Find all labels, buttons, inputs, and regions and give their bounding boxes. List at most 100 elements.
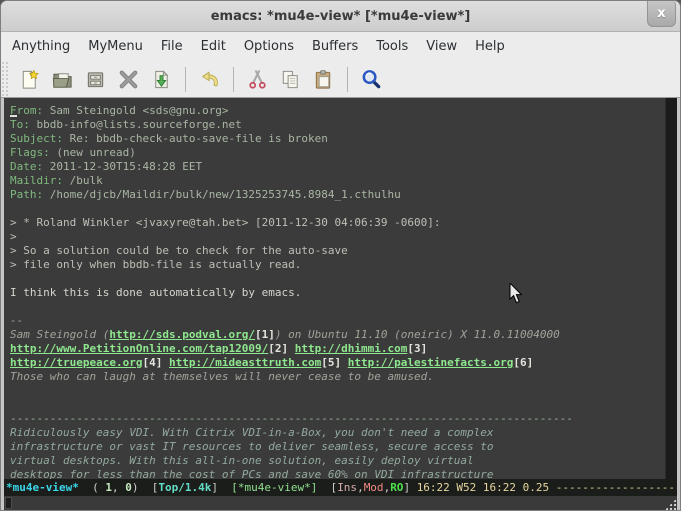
text-line: > * Roland Winkler <jvaxyre@tah.bet> [20…: [10, 216, 666, 230]
toolbar-button-cut[interactable]: [244, 66, 271, 93]
text-segment: Path:: [10, 188, 43, 201]
text-line: Ridiculously easy VDI. With Citrix VDI-i…: [10, 426, 666, 440]
menubar: AnythingMyMenuFileEditOptionsBuffersTool…: [1, 32, 680, 61]
menu-item-edit[interactable]: Edit: [192, 34, 235, 59]
toolbar-button-undo[interactable]: [196, 66, 223, 93]
text-segment: Ridiculously easy VDI. With Citrix VDI-i…: [10, 426, 493, 439]
new-file-icon: [18, 68, 41, 91]
text-segment: Sam Steingold (: [10, 328, 109, 341]
text-segment: 2011-12-30T15:48:28 EET: [43, 160, 202, 173]
menu-item-anything[interactable]: Anything: [3, 34, 79, 59]
text-segment: Maildir:: [10, 174, 63, 187]
link[interactable]: http://mideasttruth.com: [169, 356, 321, 369]
text-segment: ) on Ubuntu 11.10 (oneiric) X 11.0.11004…: [275, 328, 560, 341]
text-segment: To:: [10, 118, 30, 131]
text-line: I think this is done automatically by em…: [10, 286, 666, 300]
toolbar-button-copy[interactable]: [277, 66, 304, 93]
text-cursor: [10, 115, 17, 117]
toolbar-button-open-folder[interactable]: [49, 66, 76, 93]
text-line: Path: /home/djcb/Maildir/bulk/new/132525…: [10, 188, 666, 202]
text-segment: [288, 342, 295, 355]
text-segment: Date:: [10, 160, 43, 173]
link[interactable]: http://truepeace.org: [10, 356, 142, 369]
text-segment: (new unread): [50, 146, 136, 159]
toolbar-button-delete[interactable]: [115, 66, 142, 93]
text-line: desktops for less than the cost of PCs a…: [10, 468, 666, 479]
text-segment: [3]: [407, 342, 427, 355]
toolbar-button-search[interactable]: [358, 66, 385, 93]
text-line: [10, 202, 666, 216]
text-segment: I think this is done automatically by em…: [10, 286, 301, 299]
toolbar-separator: [347, 67, 348, 92]
text-line: Sam Steingold (http://sds.podval.org/[1]…: [10, 328, 666, 342]
mode-line: *mu4e-view* ( 1, 0) [Top/1.4k] [*mu4e-vi…: [4, 479, 677, 496]
menu-item-options[interactable]: Options: [235, 34, 303, 59]
toolbar-button-save[interactable]: [82, 66, 109, 93]
text-segment: Re: bbdb-check-auto-save-file is broken: [63, 132, 328, 145]
close-icon: x: [657, 7, 665, 20]
modeline-segment: ,: [112, 481, 125, 494]
titlebar[interactable]: emacs: *mu4e-view* [*mu4e-view*] x: [1, 1, 680, 32]
text-segment: [341, 356, 348, 369]
buffer-text-area[interactable]: From: Sam Steingold <sds@gnu.org>To: bbd…: [4, 98, 666, 479]
menu-item-help[interactable]: Help: [466, 34, 514, 59]
modeline-segment: *mu4e-view*: [6, 481, 79, 494]
frame-content: From: Sam Steingold <sds@gnu.org>To: bbd…: [1, 98, 680, 511]
text-line: http://truepeace.org[4] http://mideasttr…: [10, 356, 666, 370]
text-line: infrastructure or vast IT resources to d…: [10, 440, 666, 454]
link[interactable]: http://www.PetitionOnline.com/tap12009/: [10, 342, 268, 355]
modeline-segment: 16:22 W52 16:22 0.25: [417, 481, 556, 494]
modeline-segment: 0: [125, 481, 132, 494]
menu-item-tools[interactable]: Tools: [367, 34, 417, 59]
resize-grip[interactable]: [664, 498, 677, 511]
text-line: --: [10, 314, 666, 328]
text-segment: > file only when bbdb-file is actually r…: [10, 258, 301, 271]
copy-icon: [279, 68, 302, 91]
text-segment: bbdb-info@lists.sourceforge.net: [30, 118, 242, 131]
toolbar-button-save-as[interactable]: [148, 66, 175, 93]
text-line: [10, 398, 666, 412]
text-segment: /home/djcb/Maildir/bulk/new/1325253745.8…: [43, 188, 401, 201]
modeline-segment: [: [317, 481, 337, 494]
delete-icon: [117, 68, 140, 91]
text-segment: ----------------------------------------…: [10, 412, 573, 425]
link[interactable]: http://palestinefacts.org: [348, 356, 514, 369]
text-segment: [162, 356, 169, 369]
minibuffer[interactable]: [4, 496, 677, 511]
paste-icon: [312, 68, 335, 91]
toolbar-separator: [233, 67, 234, 92]
toolbar: [1, 61, 680, 98]
undo-icon: [198, 68, 221, 91]
text-segment: [4]: [142, 356, 162, 369]
menu-item-file[interactable]: File: [152, 34, 192, 59]
toolbar-button-paste[interactable]: [310, 66, 337, 93]
text-line: > file only when bbdb-file is actually r…: [10, 258, 666, 272]
menu-item-buffers[interactable]: Buffers: [303, 34, 367, 59]
link[interactable]: http://dhimmi.com: [295, 342, 408, 355]
text-segment: > So a solution could be to check for th…: [10, 244, 348, 257]
save-as-icon: [150, 68, 173, 91]
toolbar-button-new-file[interactable]: [16, 66, 43, 93]
text-line: Those who can laugh at themselves will n…: [10, 370, 666, 384]
text-line: >: [10, 230, 666, 244]
text-segment: --: [10, 314, 23, 327]
search-icon: [360, 68, 383, 91]
text-segment: Those who can laugh at themselves will n…: [10, 370, 434, 383]
modeline-segment: RO: [390, 481, 403, 494]
menu-item-mymenu[interactable]: MyMenu: [79, 34, 152, 59]
close-button[interactable]: x: [647, 1, 676, 27]
link[interactable]: http://sds.podval.org/: [109, 328, 255, 341]
text-line: [10, 300, 666, 314]
text-line: virtual desktops. With this all-in-one s…: [10, 454, 666, 468]
menu-item-view[interactable]: View: [417, 34, 466, 59]
minibuffer-cursor: [5, 497, 12, 509]
cut-icon: [246, 68, 269, 91]
open-folder-icon: [51, 68, 74, 91]
text-segment: [2]: [268, 342, 288, 355]
toolbar-separator: [185, 67, 186, 92]
text-line: [10, 272, 666, 286]
text-line: Subject: Re: bbdb-check-auto-save-file i…: [10, 132, 666, 146]
modeline-segment: ]: [211, 481, 231, 494]
scrollbar[interactable]: [665, 98, 677, 479]
text-line: To: bbdb-info@lists.sourceforge.net: [10, 118, 666, 132]
